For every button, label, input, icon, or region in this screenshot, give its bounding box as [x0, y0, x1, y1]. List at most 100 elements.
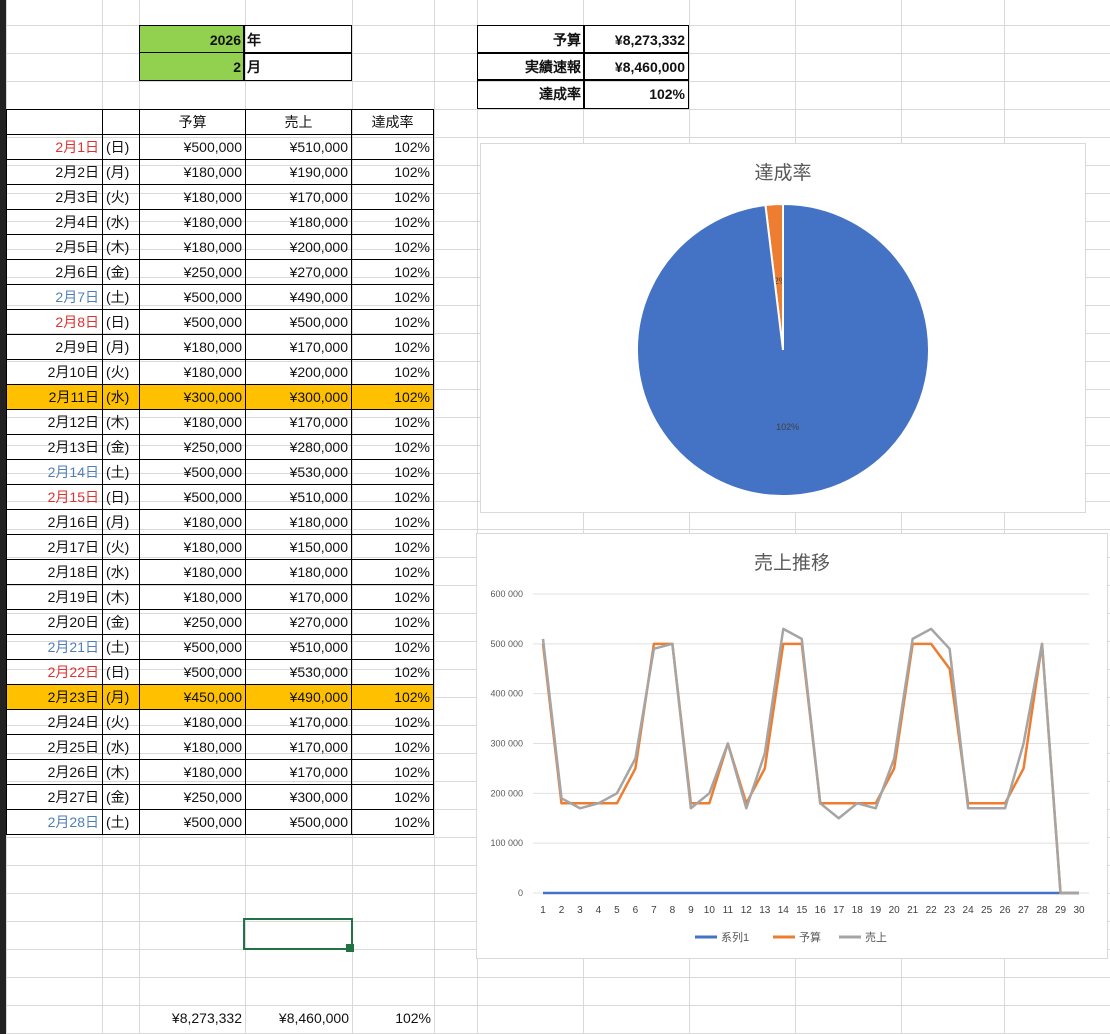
cell-dow[interactable]: (火) — [102, 359, 140, 385]
cell-dow[interactable]: (土) — [102, 284, 140, 310]
cell-budget[interactable]: ¥180,000 — [139, 759, 246, 785]
summary-actual-value[interactable]: ¥8,460,000 — [583, 52, 689, 81]
cell-date[interactable]: 2月2日 — [6, 159, 103, 185]
total-rate[interactable]: 102% — [352, 1004, 434, 1032]
series-line[interactable] — [541, 642, 1079, 895]
cell-budget[interactable]: ¥500,000 — [139, 309, 246, 335]
cell-date[interactable]: 2月17日 — [6, 534, 103, 560]
cell-rate[interactable]: 102% — [351, 409, 434, 435]
cell-date[interactable]: 2月19日 — [6, 584, 103, 610]
cell-dow[interactable]: (日) — [102, 134, 140, 160]
cell-dow[interactable]: (日) — [102, 659, 140, 685]
series-line[interactable] — [541, 627, 1079, 895]
header-date[interactable] — [6, 109, 103, 135]
cell-sales[interactable]: ¥170,000 — [245, 584, 352, 610]
cell-date[interactable]: 2月9日 — [6, 334, 103, 360]
cell-rate[interactable]: 102% — [351, 159, 434, 185]
cell-sales[interactable]: ¥170,000 — [245, 184, 352, 210]
cell-sales[interactable]: ¥170,000 — [245, 709, 352, 735]
cell-dow[interactable]: (火) — [102, 709, 140, 735]
cell-budget[interactable]: ¥500,000 — [139, 484, 246, 510]
cell-dow[interactable]: (火) — [102, 184, 140, 210]
cell-budget[interactable]: ¥180,000 — [139, 334, 246, 360]
cell-rate[interactable]: 102% — [351, 234, 434, 260]
cell-date[interactable]: 2月28日 — [6, 809, 103, 835]
cell-date[interactable]: 2月26日 — [6, 759, 103, 785]
cell-date[interactable]: 2月11日 — [6, 384, 103, 410]
month-unit-cell[interactable]: 月 — [243, 52, 352, 81]
cell-dow[interactable]: (月) — [102, 159, 140, 185]
cell-rate[interactable]: 102% — [351, 134, 434, 160]
cell-sales[interactable]: ¥150,000 — [245, 534, 352, 560]
cell-rate[interactable]: 102% — [351, 784, 434, 810]
cell-sales[interactable]: ¥300,000 — [245, 384, 352, 410]
cell-date[interactable]: 2月12日 — [6, 409, 103, 435]
cell-sales[interactable]: ¥170,000 — [245, 334, 352, 360]
cell-sales[interactable]: ¥500,000 — [245, 309, 352, 335]
pie-chart[interactable]: 達成率 -2% 102% — [480, 143, 1086, 513]
cell-rate[interactable]: 102% — [351, 659, 434, 685]
cell-sales[interactable]: ¥180,000 — [245, 209, 352, 235]
total-budget[interactable]: ¥8,273,332 — [139, 1004, 245, 1032]
cell-budget[interactable]: ¥180,000 — [139, 184, 246, 210]
cell-dow[interactable]: (金) — [102, 434, 140, 460]
cell-budget[interactable]: ¥180,000 — [139, 534, 246, 560]
cell-rate[interactable]: 102% — [351, 709, 434, 735]
fill-handle[interactable] — [346, 944, 354, 952]
summary-actual-label[interactable]: 実績速報 — [477, 52, 585, 81]
cell-budget[interactable]: ¥250,000 — [139, 259, 246, 285]
cell-sales[interactable]: ¥180,000 — [245, 509, 352, 535]
cell-budget[interactable]: ¥500,000 — [139, 659, 246, 685]
cell-budget[interactable]: ¥450,000 — [139, 684, 246, 710]
cell-budget[interactable]: ¥180,000 — [139, 359, 246, 385]
cell-date[interactable]: 2月13日 — [6, 434, 103, 460]
cell-budget[interactable]: ¥180,000 — [139, 734, 246, 760]
cell-budget[interactable]: ¥250,000 — [139, 784, 246, 810]
cell-date[interactable]: 2月10日 — [6, 359, 103, 385]
cell-budget[interactable]: ¥500,000 — [139, 634, 246, 660]
cell-dow[interactable]: (土) — [102, 459, 140, 485]
cell-sales[interactable]: ¥170,000 — [245, 409, 352, 435]
cell-dow[interactable]: (日) — [102, 309, 140, 335]
cell-budget[interactable]: ¥180,000 — [139, 234, 246, 260]
cell-rate[interactable]: 102% — [351, 384, 434, 410]
cell-date[interactable]: 2月22日 — [6, 659, 103, 685]
line-chart[interactable]: 売上推移 0 100 000 200 000 300 000 400 000 500 00… — [476, 533, 1108, 959]
cell-sales[interactable]: ¥200,000 — [245, 234, 352, 260]
cell-sales[interactable]: ¥530,000 — [245, 659, 352, 685]
cell-date[interactable]: 2月3日 — [6, 184, 103, 210]
cell-sales[interactable]: ¥190,000 — [245, 159, 352, 185]
header-budget[interactable]: 予算 — [139, 109, 246, 135]
cell-budget[interactable]: ¥180,000 — [139, 209, 246, 235]
cell-dow[interactable]: (土) — [102, 634, 140, 660]
cell-sales[interactable]: ¥510,000 — [245, 134, 352, 160]
cell-date[interactable]: 2月23日 — [6, 684, 103, 710]
cell-dow[interactable]: (月) — [102, 509, 140, 535]
cell-rate[interactable]: 102% — [351, 184, 434, 210]
cell-rate[interactable]: 102% — [351, 559, 434, 585]
cell-rate[interactable]: 102% — [351, 684, 434, 710]
pie-slice[interactable] — [636, 202, 930, 497]
cell-budget[interactable]: ¥300,000 — [139, 384, 246, 410]
cell-sales[interactable]: ¥490,000 — [245, 284, 352, 310]
cell-sales[interactable]: ¥300,000 — [245, 784, 352, 810]
cell-rate[interactable]: 102% — [351, 609, 434, 635]
cell-sales[interactable]: ¥530,000 — [245, 459, 352, 485]
cell-sales[interactable]: ¥270,000 — [245, 259, 352, 285]
cell-rate[interactable]: 102% — [351, 484, 434, 510]
cell-sales[interactable]: ¥270,000 — [245, 609, 352, 635]
cell-dow[interactable]: (木) — [102, 759, 140, 785]
year-cell[interactable]: 2026 — [139, 25, 245, 54]
cell-sales[interactable]: ¥280,000 — [245, 434, 352, 460]
cell-sales[interactable]: ¥200,000 — [245, 359, 352, 385]
cell-sales[interactable]: ¥170,000 — [245, 734, 352, 760]
cell-date[interactable]: 2月15日 — [6, 484, 103, 510]
cell-rate[interactable]: 102% — [351, 509, 434, 535]
cell-rate[interactable]: 102% — [351, 534, 434, 560]
cell-dow[interactable]: (木) — [102, 584, 140, 610]
cell-budget[interactable]: ¥180,000 — [139, 559, 246, 585]
cell-date[interactable]: 2月27日 — [6, 784, 103, 810]
cell-rate[interactable]: 102% — [351, 434, 434, 460]
cell-budget[interactable]: ¥500,000 — [139, 134, 246, 160]
cell-dow[interactable]: (水) — [102, 559, 140, 585]
